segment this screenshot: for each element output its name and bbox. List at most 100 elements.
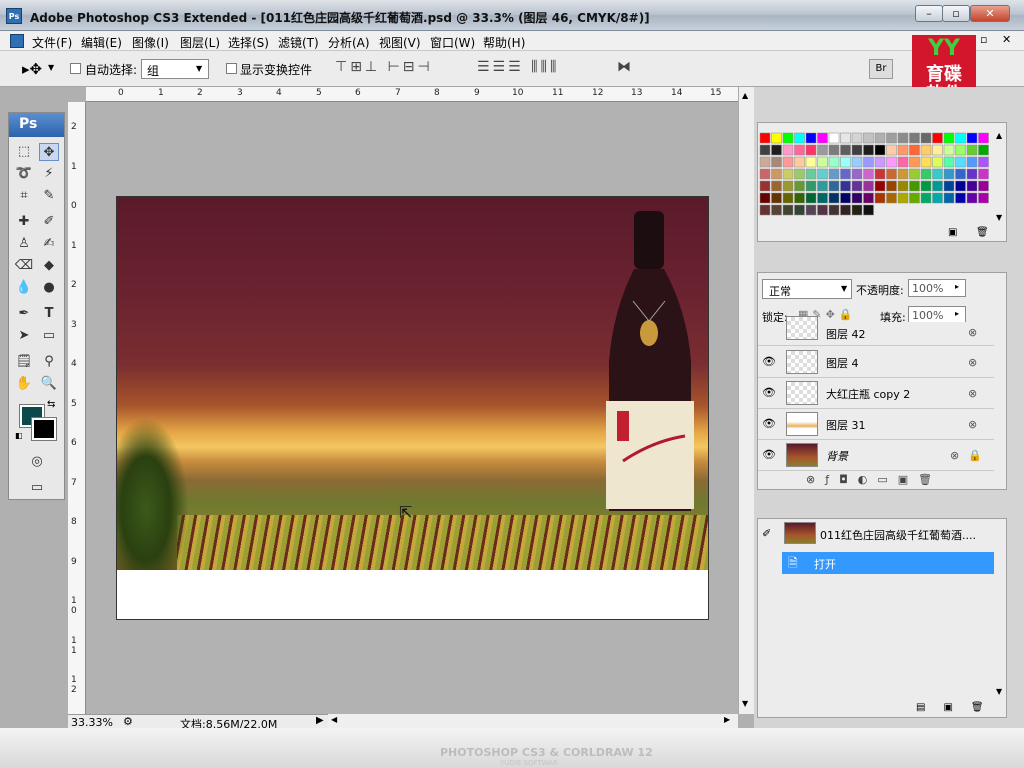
color-swatch[interactable]: [874, 192, 886, 204]
color-swatch[interactable]: [955, 180, 966, 192]
color-swatch[interactable]: [943, 156, 955, 168]
color-swatch[interactable]: [897, 168, 909, 180]
show-transform-checkbox[interactable]: [226, 63, 237, 77]
color-swatch[interactable]: [874, 180, 886, 192]
layer-row[interactable]: 图层 42 ⊗: [758, 316, 994, 346]
color-swatch[interactable]: [897, 144, 909, 156]
scroll-right-icon[interactable]: ▶: [724, 715, 730, 724]
rectangle-tool-icon[interactable]: ▭: [39, 327, 59, 345]
color-swatch[interactable]: [794, 156, 805, 168]
magic-wand-tool-icon[interactable]: ⚡: [39, 165, 59, 183]
tool-preset-chevron-icon[interactable]: ▼: [48, 63, 54, 72]
color-swatch[interactable]: [771, 204, 782, 216]
color-swatch[interactable]: [759, 144, 771, 156]
type-tool-icon[interactable]: T: [39, 305, 59, 323]
path-select-tool-icon[interactable]: ➤: [14, 327, 34, 345]
color-swatch[interactable]: [782, 132, 794, 144]
color-swatch[interactable]: [817, 204, 828, 216]
document-icon[interactable]: [10, 34, 24, 48]
color-swatch[interactable]: [782, 168, 794, 180]
color-swatch[interactable]: [759, 132, 771, 144]
color-swatch[interactable]: [759, 204, 771, 216]
color-swatch[interactable]: [966, 180, 978, 192]
color-swatch[interactable]: [955, 156, 966, 168]
color-swatch[interactable]: [863, 144, 874, 156]
color-swatch[interactable]: [759, 180, 771, 192]
color-swatch[interactable]: [840, 168, 851, 180]
color-swatch[interactable]: [886, 168, 897, 180]
scroll-left-icon[interactable]: ◀: [331, 715, 337, 724]
color-swatch[interactable]: [932, 144, 943, 156]
auto-select-dropdown[interactable]: 组 ▼: [141, 59, 209, 79]
color-swatch[interactable]: [978, 180, 989, 192]
pen-tool-icon[interactable]: ✒: [14, 305, 34, 323]
color-swatch[interactable]: [955, 168, 966, 180]
color-swatch[interactable]: [943, 192, 955, 204]
move-tool-icon[interactable]: ✥: [39, 143, 59, 161]
color-swatch[interactable]: [817, 144, 828, 156]
trash-icon[interactable]: 🗑: [976, 227, 989, 238]
color-swatch[interactable]: [759, 192, 771, 204]
color-swatch[interactable]: [794, 204, 805, 216]
color-swatch[interactable]: [782, 144, 794, 156]
color-swatch[interactable]: [828, 168, 840, 180]
scroll-down-icon[interactable]: ▼: [996, 687, 1002, 696]
menu-help[interactable]: 帮助(H): [483, 34, 525, 51]
color-swatch[interactable]: [943, 168, 955, 180]
layer-row[interactable]: 👁 图层 31 ⊗: [758, 409, 994, 440]
color-swatch[interactable]: [771, 192, 782, 204]
menu-view[interactable]: 视图(V): [379, 34, 421, 51]
color-swatch[interactable]: [874, 132, 886, 144]
color-swatch[interactable]: [886, 180, 897, 192]
auto-select-checkbox[interactable]: [70, 63, 81, 77]
eye-icon[interactable]: 👁: [762, 449, 776, 461]
color-swatch[interactable]: [955, 144, 966, 156]
color-swatch[interactable]: [828, 204, 840, 216]
color-swatch[interactable]: [817, 132, 828, 144]
eye-icon[interactable]: 👁: [762, 356, 776, 368]
brush-tool-icon[interactable]: ✐: [39, 213, 59, 231]
history-brush-tool-icon[interactable]: ✍: [39, 235, 59, 253]
layers-footer-icons[interactable]: ⊗ƒ◘◐▭▣🗑: [806, 473, 942, 486]
color-swatch[interactable]: [920, 156, 932, 168]
color-swatch[interactable]: [863, 192, 874, 204]
color-swatch[interactable]: [851, 180, 863, 192]
color-swatch[interactable]: [874, 156, 886, 168]
color-swatch[interactable]: [943, 180, 955, 192]
color-swatch[interactable]: [909, 180, 920, 192]
color-swatch[interactable]: [851, 144, 863, 156]
color-swatch[interactable]: [828, 180, 840, 192]
color-swatch[interactable]: [932, 192, 943, 204]
minimize-button[interactable]: –: [915, 5, 943, 22]
move-tool-icon[interactable]: ▸✥: [22, 60, 42, 78]
screen-mode-icon[interactable]: ▭: [27, 479, 47, 497]
color-swatch[interactable]: [966, 168, 978, 180]
snapshot-name[interactable]: 011红色庄园高级千红葡萄酒....: [820, 527, 976, 543]
distribute-icons[interactable]: ☰☰☰ ⫼⫼⫼: [477, 59, 559, 75]
status-info-icon[interactable]: ⚙: [123, 715, 133, 728]
color-swatch[interactable]: [920, 144, 932, 156]
marquee-tool-icon[interactable]: ⬚: [14, 143, 34, 161]
color-swatch[interactable]: [920, 132, 932, 144]
color-swatch[interactable]: [782, 180, 794, 192]
menu-select[interactable]: 选择(S): [228, 34, 269, 51]
color-swatch[interactable]: [805, 156, 817, 168]
color-swatch[interactable]: [909, 192, 920, 204]
color-swatch[interactable]: [805, 168, 817, 180]
close-button[interactable]: ✕: [970, 5, 1010, 22]
color-swatch[interactable]: [897, 156, 909, 168]
color-swatch[interactable]: [920, 192, 932, 204]
color-swatch[interactable]: [782, 192, 794, 204]
eyedropper-tool-icon[interactable]: ⚲: [39, 353, 59, 371]
color-swatch[interactable]: [828, 132, 840, 144]
menu-window[interactable]: 窗口(W): [430, 34, 475, 51]
layer-row[interactable]: 👁 背景 ⊗ 🔒: [758, 440, 994, 471]
color-swatch[interactable]: [805, 192, 817, 204]
restore-button[interactable]: ▫: [942, 5, 970, 22]
history-state-open[interactable]: 🗎 打开: [782, 552, 994, 574]
menu-filter[interactable]: 滤镜(T): [278, 34, 319, 51]
eraser-tool-icon[interactable]: ⌫: [14, 257, 34, 275]
color-swatch[interactable]: [805, 144, 817, 156]
opacity-field[interactable]: 100% ▸: [908, 279, 966, 297]
color-swatch[interactable]: [897, 132, 909, 144]
